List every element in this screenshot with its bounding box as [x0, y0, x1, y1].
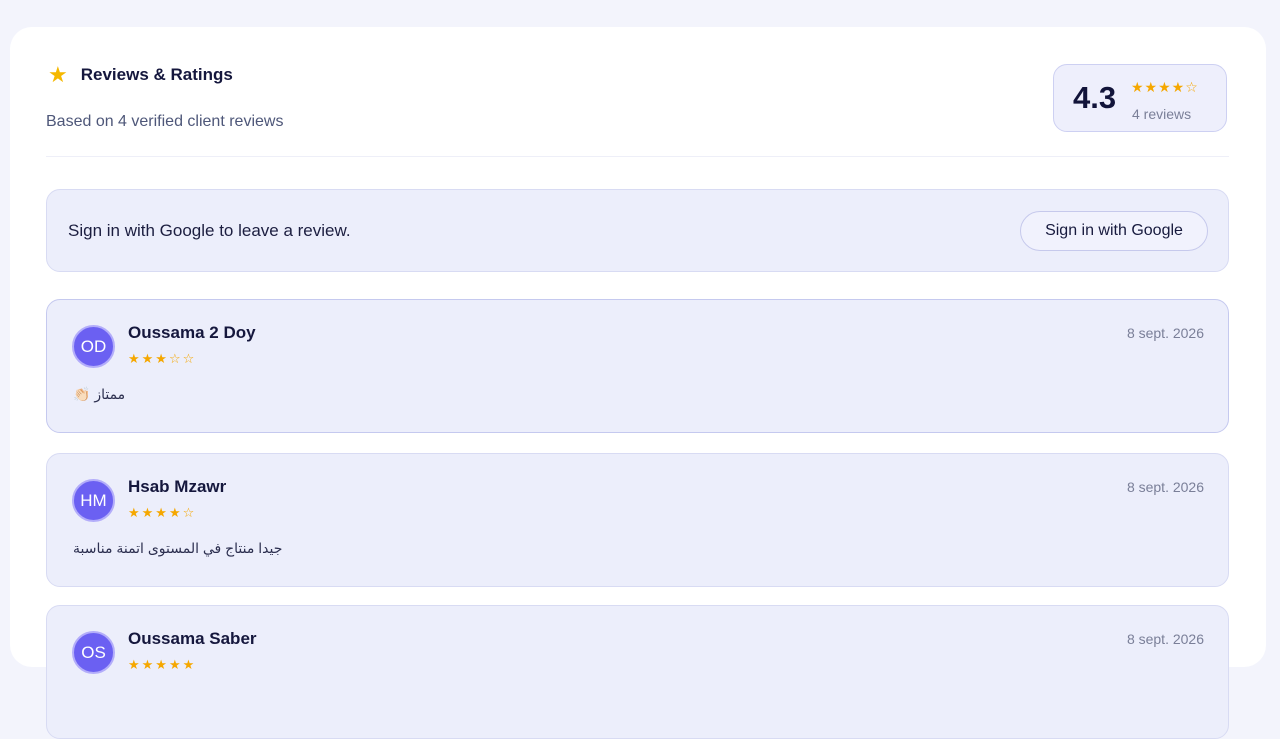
avatar: HM — [72, 479, 115, 522]
avatar: OD — [72, 325, 115, 368]
review-stars: ★★★★☆ — [128, 505, 197, 520]
review-stars: ★★★★★ — [128, 657, 197, 672]
page-subtitle: Based on 4 verified client reviews — [46, 113, 284, 130]
review-date: 8 sept. 2026 — [1126, 479, 1204, 495]
review-text: جيدا منتاج في المستوى اتمنة مناسبة — [73, 540, 283, 556]
avatar: OS — [72, 631, 115, 674]
rating-summary-card: 4.3 ★★★★☆ 4 reviews — [1053, 64, 1227, 132]
average-rating: 4.3 — [1073, 80, 1117, 115]
summary-stars: ★★★★☆ — [1131, 79, 1199, 95]
reviewer-name: Hsab Mzawr — [128, 477, 227, 496]
review-card: HM Hsab Mzawr ★★★★☆ 8 sept. 2026 جيدا من… — [46, 453, 1229, 587]
review-date: 8 sept. 2026 — [1126, 325, 1204, 341]
reviewer-name: Oussama Saber — [128, 629, 257, 648]
reviewer-name: Oussama 2 Doy — [128, 323, 256, 342]
review-card: OD Oussama 2 Doy ★★★☆☆ 8 sept. 2026 ممتا… — [46, 299, 1229, 433]
reviews-panel: ★ Reviews & Ratings Based on 4 verified … — [10, 27, 1266, 739]
star-icon: ★ — [48, 62, 68, 87]
google-signin-button[interactable]: Sign in with Google — [1020, 211, 1208, 251]
page-title: Reviews & Ratings — [80, 65, 233, 84]
review-card: OS Oussama Saber ★★★★★ 8 sept. 2026 — [46, 605, 1229, 739]
review-date: 8 sept. 2026 — [1126, 631, 1204, 647]
signin-message: Sign in with Google to leave a review. — [68, 221, 351, 240]
divider — [46, 156, 1229, 157]
signin-banner: Sign in with Google to leave a review. S… — [46, 189, 1229, 272]
review-count: 4 reviews — [1132, 106, 1192, 122]
review-text: ممتاز 👏🏻 — [73, 386, 126, 402]
review-stars: ★★★☆☆ — [128, 351, 197, 366]
